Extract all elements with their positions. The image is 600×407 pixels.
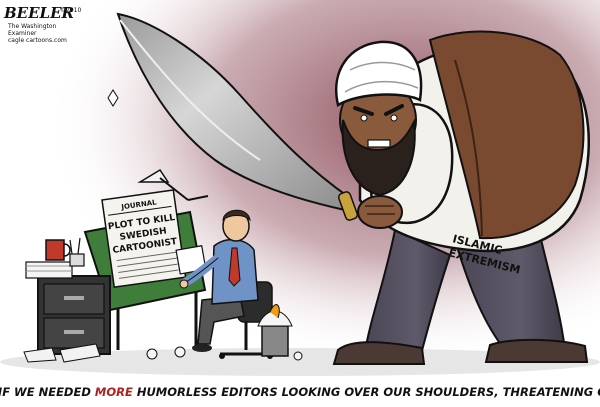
giant-right-shoe	[484, 338, 589, 363]
crumpled-paper	[174, 346, 186, 358]
editorial-cartoon: ISLAMIC EXTREMISM JOURNAL PLOT TO KILL S…	[0, 0, 600, 407]
giant-left-shoe	[332, 341, 426, 365]
caption-prefix: "...AS IF WE NEEDED	[0, 385, 95, 399]
crumpled-paper	[146, 348, 158, 360]
crumpled-paper	[293, 351, 303, 361]
coffee-mug	[45, 239, 65, 261]
signature-publication-line2: Examiner	[8, 30, 37, 37]
signature-site: cagle cartoons.com	[8, 37, 67, 44]
newspaper: JOURNAL PLOT TO KILL SWEDISH CARTOONIST	[101, 189, 187, 288]
caption-suffix: HUMORLESS EDITORS LOOKING OVER OUR SHOUL…	[133, 385, 600, 399]
giant-teeth	[367, 139, 391, 148]
signature-year: ©2010	[60, 7, 81, 14]
caption-emphasis: MORE	[95, 385, 133, 399]
giant-fist	[357, 195, 403, 229]
paper-stack	[25, 261, 73, 279]
caption: "...AS IF WE NEEDED MORE HUMORLESS EDITO…	[0, 385, 600, 399]
signature-publication-line1: The Washington	[7, 23, 57, 30]
